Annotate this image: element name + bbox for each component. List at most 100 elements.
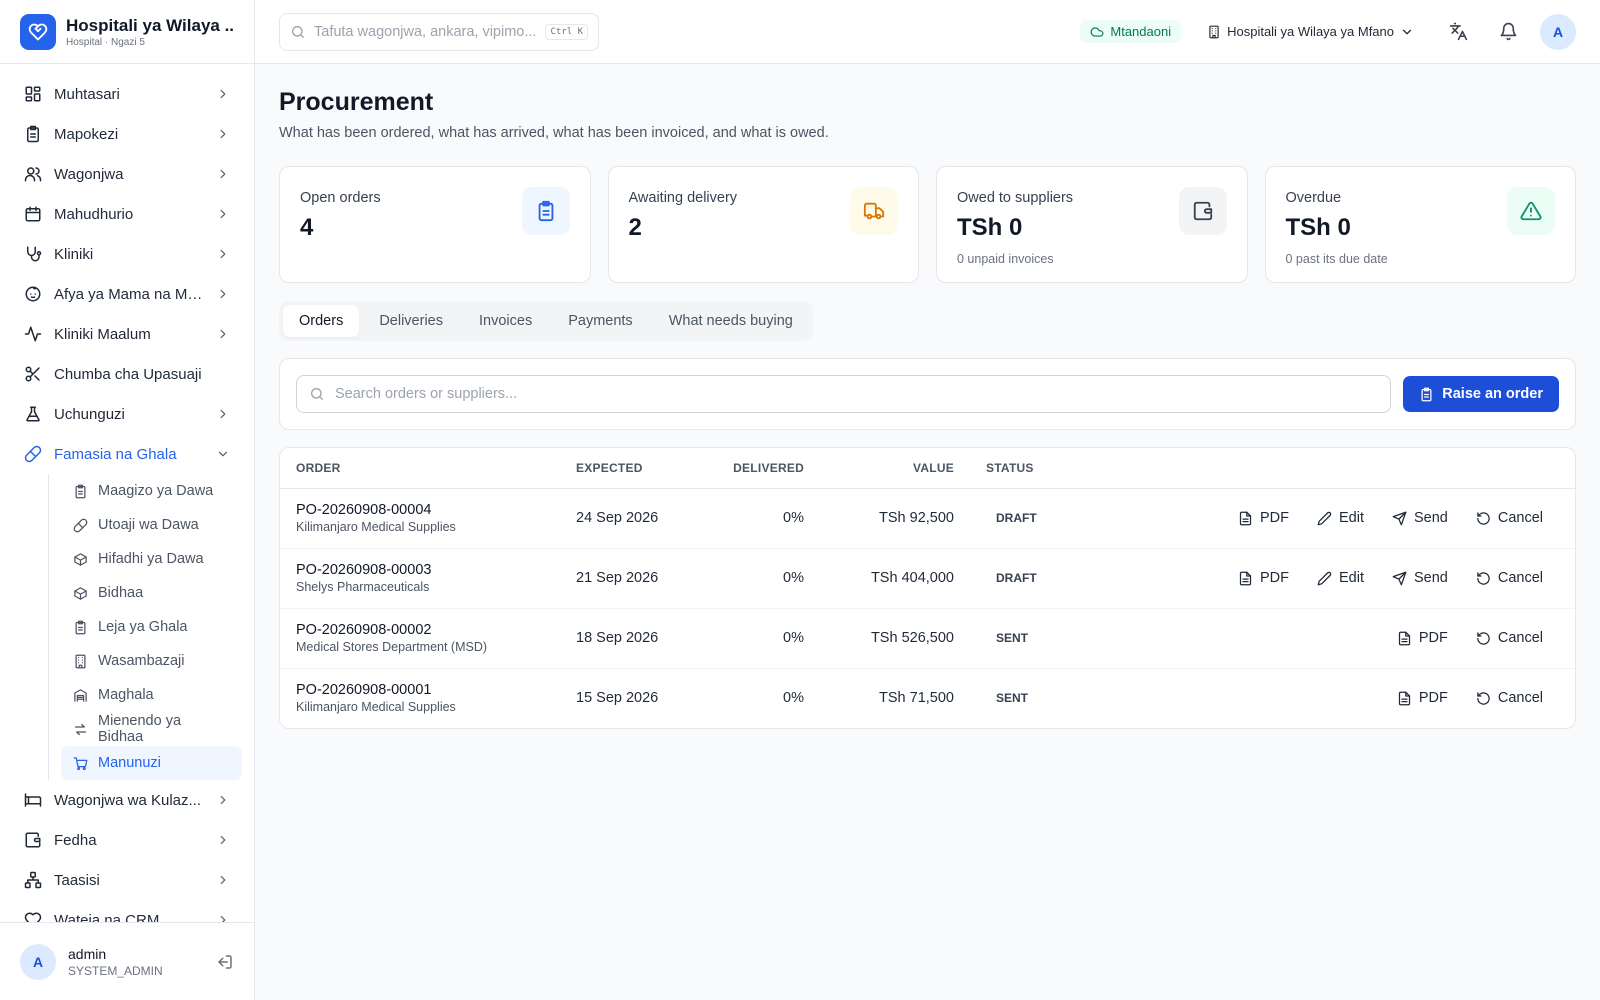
sidebar-item-muhtasari[interactable]: Muhtasari xyxy=(12,74,242,114)
sidebar-item-kliniki[interactable]: Kliniki xyxy=(12,234,242,274)
file-icon xyxy=(1239,571,1252,585)
table-row[interactable]: PO-20260908-00001 Kilimanjaro Medical Sup… xyxy=(280,668,1575,728)
chevron-right-icon xyxy=(220,795,226,805)
row-actions: PDF Cancel xyxy=(1106,630,1559,646)
scissors-icon xyxy=(25,366,40,382)
online-status-badge: Mtandaoni xyxy=(1080,20,1182,43)
stat-icon-box xyxy=(1507,187,1555,235)
sidebar-subitem-utoaji-wa-dawa[interactable]: Utoaji wa Dawa xyxy=(61,508,242,542)
sidebar-subitem-bidhaa[interactable]: Bidhaa xyxy=(61,576,242,610)
sidebar-subitem-label: Hifadhi ya Dawa xyxy=(98,551,204,567)
notifications-button[interactable] xyxy=(1490,14,1526,50)
table-row[interactable]: PO-20260908-00002 Medical Stores Departme… xyxy=(280,608,1575,669)
pdf-button[interactable]: PDF xyxy=(1238,510,1289,526)
table-row[interactable]: PO-20260908-00003 Shelys Pharmaceuticals 2… xyxy=(280,548,1575,609)
sidebar-item-label: Wateja na CRM xyxy=(54,911,160,923)
sidebar-subitem-maghala[interactable]: Maghala xyxy=(61,678,242,712)
activity-icon xyxy=(24,326,42,342)
page-subtitle: What has been ordered, what has arrived,… xyxy=(279,125,829,141)
stat-value: TSh 0 xyxy=(1285,214,1351,241)
sidebar-item-chumba-cha-upasuaji[interactable]: Chumba cha Upasuaji xyxy=(12,354,242,394)
tab-invoices[interactable]: Invoices xyxy=(463,305,548,337)
sidebar-item-mapokezi[interactable]: Mapokezi xyxy=(12,114,242,154)
filter-bar: Search orders or suppliers... Raise an o… xyxy=(279,358,1576,430)
avatar[interactable]: A xyxy=(20,943,56,980)
undo-icon xyxy=(1477,511,1490,525)
global-search-input[interactable]: Tafuta wagonjwa, ankara, vipimo... Ctrl … xyxy=(279,12,599,51)
pdf-button[interactable]: PDF xyxy=(1397,630,1448,646)
sidebar-item-label: Taasisi xyxy=(54,871,100,889)
sidebar-subitem-wasambazaji[interactable]: Wasambazaji xyxy=(61,644,242,678)
stat-value: 2 xyxy=(628,214,642,241)
order-number[interactable]: PO-20260908-00002 xyxy=(296,622,544,638)
order-number[interactable]: PO-20260908-00001 xyxy=(296,682,544,698)
sidebar-item-label: Uchunguzi xyxy=(54,405,125,423)
user-role: SYSTEM_ADMIN xyxy=(68,963,163,978)
sidebar-subitem-leja-ya-ghala[interactable]: Leja ya Ghala xyxy=(61,610,242,644)
pdf-button[interactable]: PDF xyxy=(1397,690,1448,706)
sidebar-item-label: Mahudhurio xyxy=(54,205,134,223)
send-button[interactable]: Send xyxy=(1392,510,1448,526)
orders-search-input[interactable]: Search orders or suppliers... xyxy=(296,375,1392,413)
stat-label: Awaiting delivery xyxy=(628,190,738,206)
delivered-percent: 0% xyxy=(710,488,820,549)
sidebar-subitem-label: Utoaji wa Dawa xyxy=(98,517,199,533)
clipboard-icon xyxy=(75,484,86,498)
order-number[interactable]: PO-20260908-00004 xyxy=(296,502,544,518)
sidebar-item-wagonjwa[interactable]: Wagonjwa xyxy=(12,154,242,194)
cancel-button[interactable]: Cancel xyxy=(1476,630,1543,646)
facility-selector[interactable]: Hospitali ya Wilaya ya Mfano xyxy=(1195,24,1426,39)
status-badge: SENT xyxy=(996,631,1029,645)
send-button[interactable]: Send xyxy=(1392,570,1448,586)
pdf-button[interactable]: PDF xyxy=(1238,570,1289,586)
chevron-right-icon xyxy=(220,89,226,99)
tab-deliveries[interactable]: Deliveries xyxy=(363,305,459,337)
stat-card-overdue: Overdue TSh 0 0 past its due date xyxy=(1264,166,1576,283)
sidebar-item-famasia-na-ghala[interactable]: Famasia na Ghala xyxy=(12,434,242,474)
tab-what-needs-buying[interactable]: What needs buying xyxy=(653,305,809,337)
sidebar-subitem-mienendo-ya-bidhaa[interactable]: Mienendo ya Bidhaa xyxy=(61,712,242,746)
order-number[interactable]: PO-20260908-00003 xyxy=(296,562,544,578)
sidebar-item-wagonjwa-wa-kulaz[interactable]: Wagonjwa wa Kulaz... xyxy=(12,780,242,820)
stat-label: Owed to suppliers xyxy=(957,190,1074,206)
table-row[interactable]: PO-20260908-00004 Kilimanjaro Medical Sup… xyxy=(280,488,1575,549)
edit-button[interactable]: Edit xyxy=(1317,570,1364,586)
sidebar-item-label: Wagonjwa wa Kulaz... xyxy=(54,791,202,809)
tab-payments[interactable]: Payments xyxy=(552,305,648,337)
chevron-right-icon xyxy=(220,129,226,139)
supplier-name: Shelys Pharmaceuticals xyxy=(296,580,430,594)
chevron-right-icon xyxy=(220,915,226,922)
sidebar-subitem-manunuzi[interactable]: Manunuzi xyxy=(61,746,242,780)
edit-button[interactable]: Edit xyxy=(1317,510,1364,526)
calendar-icon xyxy=(25,206,41,222)
user-avatar-button[interactable]: A xyxy=(1540,13,1576,50)
cancel-button[interactable]: Cancel xyxy=(1476,570,1543,586)
page-content: Procurement What has been ordered, what … xyxy=(255,64,1600,753)
logout-icon[interactable] xyxy=(216,953,234,971)
sidebar-item-uchunguzi[interactable]: Uchunguzi xyxy=(12,394,242,434)
language-button[interactable] xyxy=(1440,14,1476,50)
sidebar-item-mahudhurio[interactable]: Mahudhurio xyxy=(12,194,242,234)
cancel-button[interactable]: Cancel xyxy=(1476,690,1543,706)
tab-orders[interactable]: Orders xyxy=(283,305,360,337)
chevron-right-icon xyxy=(220,875,226,885)
sidebar-subitem-hifadhi-ya-dawa[interactable]: Hifadhi ya Dawa xyxy=(61,542,242,576)
sidebar-subitem-maagizo-ya-dawa[interactable]: Maagizo ya Dawa xyxy=(61,474,242,508)
cart-icon xyxy=(73,756,88,770)
sidebar-item-afya-ya-mama-na-mt[interactable]: Afya ya Mama na Mt... xyxy=(12,274,242,314)
sidebar-item-wateja-na-crm[interactable]: Wateja na CRM xyxy=(12,900,242,922)
sidebar-item-kliniki-maalum[interactable]: Kliniki Maalum xyxy=(12,314,242,354)
stat-icon-box xyxy=(521,187,570,235)
raise-order-button[interactable]: Raise an order xyxy=(1403,376,1559,412)
cancel-button[interactable]: Cancel xyxy=(1476,510,1543,526)
heart-logo-icon xyxy=(20,13,56,50)
brand[interactable]: Hospitali ya Wilaya ... Hospital · Ngazi… xyxy=(0,0,254,64)
pencil-icon xyxy=(1317,511,1332,525)
action-label: Edit xyxy=(1338,570,1364,586)
orders-table-card: ORDER EXPECTED DELIVERED VALUE STATUS PO… xyxy=(279,447,1576,729)
expected-date: 21 Sep 2026 xyxy=(560,548,710,609)
network-icon xyxy=(24,871,42,889)
facility-name: Hospitali ya Wilaya ya Mfano xyxy=(1227,24,1394,39)
sidebar-item-fedha[interactable]: Fedha xyxy=(12,820,242,860)
sidebar-item-taasisi[interactable]: Taasisi xyxy=(12,860,242,900)
